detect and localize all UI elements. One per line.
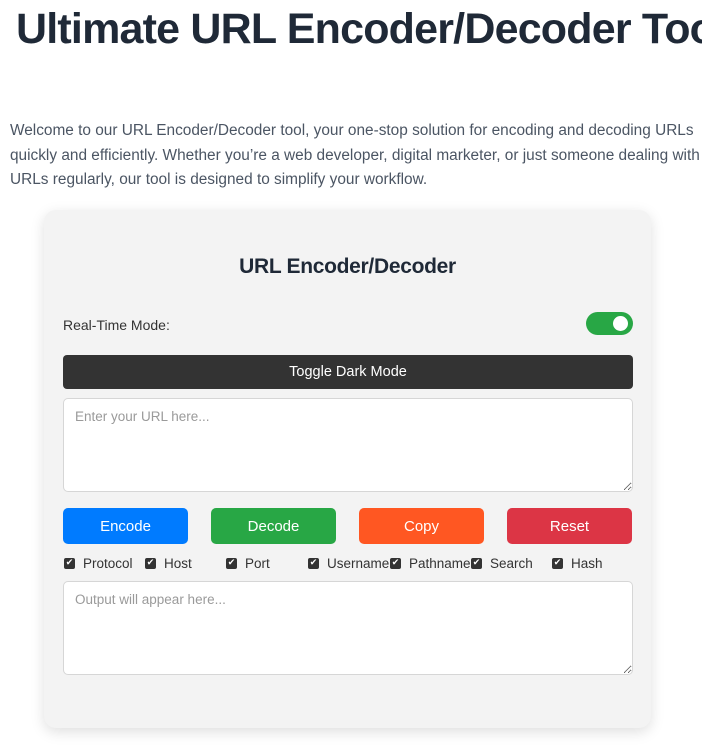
checkbox-username[interactable]: ✔ Username — [308, 556, 389, 571]
toggle-knob — [613, 316, 628, 331]
checkbox-checked-icon: ✔ — [226, 558, 237, 569]
realtime-mode-toggle[interactable] — [586, 312, 633, 335]
checkbox-search[interactable]: ✔ Search — [471, 556, 533, 571]
checkbox-checked-icon: ✔ — [308, 558, 319, 569]
checkbox-protocol[interactable]: ✔ Protocol — [64, 556, 133, 571]
checkbox-checked-icon: ✔ — [64, 558, 75, 569]
checkbox-label: Hash — [571, 556, 603, 571]
checkbox-host[interactable]: ✔ Host — [145, 556, 192, 571]
checkbox-label: Pathname — [409, 556, 471, 571]
realtime-mode-label: Real-Time Mode: — [63, 317, 170, 333]
checkbox-checked-icon: ✔ — [390, 558, 401, 569]
url-component-checkboxes: ✔ Protocol ✔ Host ✔ Port ✔ Username ✔ Pa… — [64, 556, 633, 572]
checkbox-port[interactable]: ✔ Port — [226, 556, 270, 571]
checkbox-label: Port — [245, 556, 270, 571]
checkbox-label: Host — [164, 556, 192, 571]
intro-paragraph: Welcome to our URL Encoder/Decoder tool,… — [10, 122, 700, 188]
realtime-mode-row: Real-Time Mode: — [63, 310, 633, 340]
output-textarea[interactable] — [63, 581, 633, 675]
url-input[interactable] — [63, 398, 633, 492]
checkbox-label: Protocol — [83, 556, 133, 571]
copy-button[interactable]: Copy — [359, 508, 484, 544]
encode-button[interactable]: Encode — [63, 508, 188, 544]
toggle-dark-mode-button[interactable]: Toggle Dark Mode — [63, 355, 633, 389]
checkbox-checked-icon: ✔ — [145, 558, 156, 569]
reset-button[interactable]: Reset — [507, 508, 632, 544]
checkbox-hash[interactable]: ✔ Hash — [552, 556, 603, 571]
checkbox-checked-icon: ✔ — [471, 558, 482, 569]
checkbox-label: Username — [327, 556, 390, 571]
checkbox-checked-icon: ✔ — [552, 558, 563, 569]
checkbox-label: Search — [490, 556, 533, 571]
action-buttons: Encode Decode Copy Reset — [63, 508, 633, 544]
url-tool-card: URL Encoder/Decoder Real-Time Mode: Togg… — [44, 210, 651, 728]
tool-title: URL Encoder/Decoder — [239, 255, 456, 278]
checkbox-pathname[interactable]: ✔ Pathname — [390, 556, 471, 571]
decode-button[interactable]: Decode — [211, 508, 336, 544]
page-title: Ultimate URL Encoder/Decoder Tool — [16, 5, 702, 53]
